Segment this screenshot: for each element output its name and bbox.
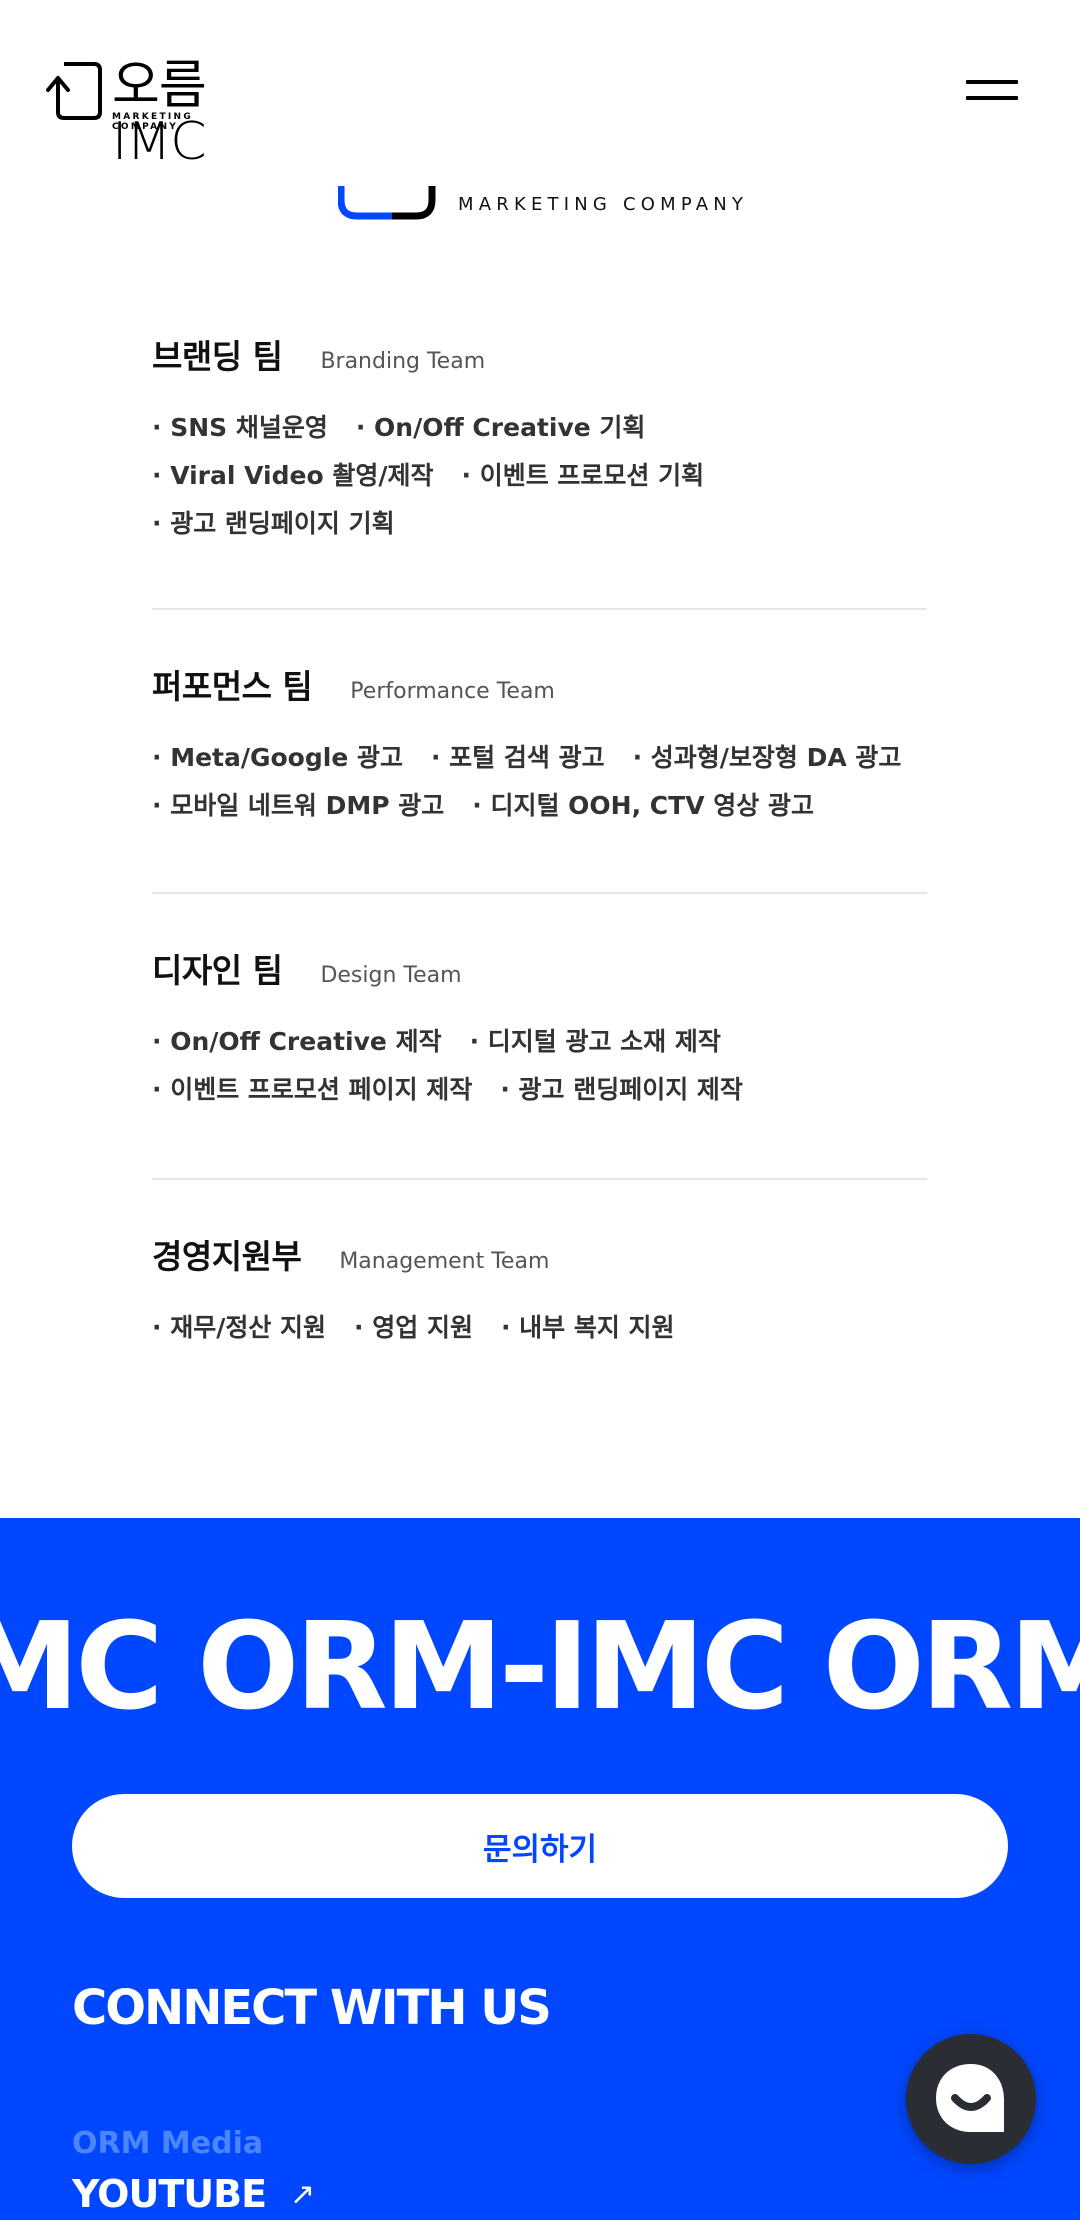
duty-item: · 광고 랜딩페이지 기획 bbox=[152, 509, 395, 538]
duty-item: · 포털 검색 광고 bbox=[430, 743, 605, 772]
team-management: 경영지원부 Management Team · 재무/정산 지원 · 영업 지원 ·… bbox=[152, 1180, 927, 1352]
duty-item: · 성과형/보장형 DA 광고 bbox=[632, 743, 902, 772]
team-header: 브랜딩 팀 Branding Team bbox=[152, 330, 927, 400]
team-duties: · 재무/정산 지원 · 영업 지원 · 내부 복지 지원 bbox=[152, 1300, 927, 1352]
hero-logo-mark-icon bbox=[338, 186, 436, 220]
logo-mark-icon bbox=[46, 62, 102, 120]
youtube-link[interactable]: YOUTUBE ↗ bbox=[72, 2172, 315, 2216]
logo-subtext: MARKETING COMPANY bbox=[112, 112, 194, 132]
duty-item: · Meta/Google 광고 bbox=[152, 743, 403, 772]
youtube-label: YOUTUBE bbox=[72, 2172, 267, 2216]
team-title: 퍼포먼스 팀 bbox=[152, 667, 313, 706]
team-duties: · Meta/Google 광고 · 포털 검색 광고 · 성과형/보장형 DA 광… bbox=[152, 730, 927, 830]
chat-bubble-icon bbox=[936, 2064, 1004, 2132]
team-title: 브랜딩 팀 bbox=[152, 337, 283, 376]
duty-item: · 광고 랜딩페이지 제작 bbox=[500, 1075, 743, 1104]
team-english-name: Performance Team bbox=[350, 679, 555, 704]
hero-logo-subtext: MARKETING COMPANY bbox=[458, 194, 749, 215]
duty-item: · 모바일 네트워 DMP 광고 bbox=[152, 791, 445, 820]
duty-item: · 디지털 광고 소재 제작 bbox=[469, 1027, 721, 1056]
chat-button[interactable] bbox=[906, 2034, 1036, 2164]
duty-item: · On/Off Creative 제작 bbox=[152, 1027, 442, 1056]
team-duties: · On/Off Creative 제작 · 디지털 광고 소재 제작 · 이벤트… bbox=[152, 1014, 927, 1114]
duty-item: · 디지털 OOH, CTV 영상 광고 bbox=[472, 791, 814, 820]
contact-button[interactable]: 문의하기 bbox=[72, 1794, 1008, 1898]
team-english-name: Management Team bbox=[339, 1249, 550, 1274]
brand-marquee: MC ORM-IMC ORM- bbox=[0, 1598, 1080, 1737]
hamburger-icon bbox=[966, 80, 1018, 84]
team-english-name: Branding Team bbox=[320, 349, 486, 374]
arrow-up-right-icon: ↗ bbox=[290, 2176, 315, 2212]
duty-item: · On/Off Creative 기획 bbox=[355, 413, 646, 442]
duty-item: · 영업 지원 bbox=[354, 1313, 473, 1342]
duty-item: · SNS 채널운영 bbox=[152, 413, 328, 442]
team-branding: 브랜딩 팀 Branding Team · SNS 채널운영 · On/Off C… bbox=[152, 330, 927, 610]
team-duties: · SNS 채널운영 · On/Off Creative 기획 · Viral V… bbox=[152, 400, 927, 548]
team-performance: 퍼포먼스 팀 Performance Team · Meta/Google 광고… bbox=[152, 610, 927, 894]
team-list: 브랜딩 팀 Branding Team · SNS 채널운영 · On/Off C… bbox=[152, 330, 927, 1352]
team-design: 디자인 팀 Design Team · On/Off Creative 제작 · … bbox=[152, 894, 927, 1180]
team-title: 디자인 팀 bbox=[152, 951, 283, 990]
duty-item: · Viral Video 촬영/제작 bbox=[152, 461, 434, 490]
hero-logo: MARKETING COMPANY bbox=[338, 186, 778, 226]
logo[interactable]: 오름IMC MARKETING COMPANY bbox=[46, 58, 256, 170]
team-english-name: Design Team bbox=[320, 963, 462, 988]
hamburger-menu-button[interactable] bbox=[962, 76, 1020, 106]
duty-item: · 재무/정산 지원 bbox=[152, 1313, 327, 1342]
duty-item: · 이벤트 프로모션 기획 bbox=[461, 461, 705, 490]
duty-item: · 이벤트 프로모션 페이지 제작 bbox=[152, 1075, 473, 1104]
team-title: 경영지원부 bbox=[152, 1237, 302, 1276]
team-header: 디자인 팀 Design Team bbox=[152, 944, 927, 1014]
team-header: 퍼포먼스 팀 Performance Team bbox=[152, 660, 927, 730]
connect-heading: CONNECT WITH US bbox=[72, 1980, 552, 2036]
media-label: ORM Media bbox=[72, 2126, 264, 2161]
duty-item: · 내부 복지 지원 bbox=[500, 1313, 675, 1342]
site-header: 오름IMC MARKETING COMPANY bbox=[0, 0, 1080, 180]
team-header: 경영지원부 Management Team bbox=[152, 1230, 927, 1300]
